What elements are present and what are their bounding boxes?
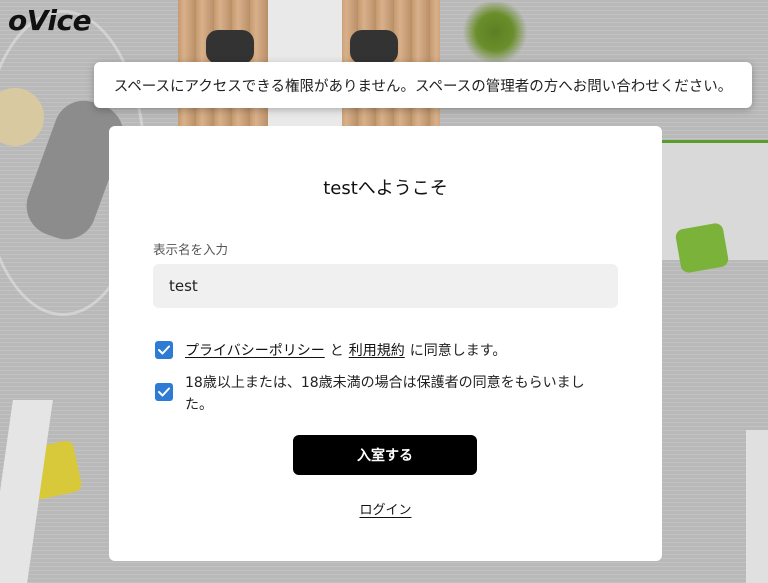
terms-consent-row: プライバシーポリシーと利用規約 に同意します。 — [155, 340, 506, 362]
age-consent-row: 18歳以上または、18歳未満の場合は保護者の同意をもらいました。 — [155, 372, 585, 416]
terms-consent-checkbox[interactable] — [155, 341, 173, 359]
age-consent-text: 18歳以上または、18歳未満の場合は保護者の同意をもらいました。 — [185, 375, 585, 413]
consent-suffix: に同意します。 — [409, 343, 507, 359]
display-name-input[interactable] — [153, 264, 618, 308]
ovice-logo: oVice — [8, 4, 92, 37]
background-plant — [460, 2, 530, 62]
login-link-container: ログイン — [109, 499, 662, 518]
display-name-label: 表示名を入力 — [153, 242, 229, 257]
toast-message: スペースにアクセスできる権限がありません。スペースの管理者の方へお問い合わせくだ… — [113, 78, 733, 95]
age-consent-checkbox[interactable] — [155, 383, 173, 401]
access-error-toast: スペースにアクセスできる権限がありません。スペースの管理者の方へお問い合わせくだ… — [94, 62, 752, 108]
background-right-panel — [746, 430, 768, 583]
background-green-trim — [660, 140, 768, 143]
enter-room-button[interactable]: 入室する — [293, 435, 477, 475]
background-chair — [350, 30, 398, 64]
checkmark-icon — [158, 387, 170, 397]
privacy-policy-link[interactable]: プライバシーポリシー — [185, 343, 325, 359]
login-link[interactable]: ログイン — [359, 503, 411, 518]
background-green-chair — [674, 222, 730, 274]
consent-connector: と — [329, 343, 344, 359]
checkmark-icon — [158, 345, 170, 355]
background-chair — [206, 30, 254, 64]
welcome-modal: testへようこそ 表示名を入力 プライバシーポリシーと利用規約に同意します。 … — [109, 126, 662, 561]
terms-of-use-link[interactable]: 利用規約 — [349, 343, 405, 359]
terms-consent-text: プライバシーポリシーと利用規約 に同意します。 — [185, 340, 506, 362]
modal-title: testへようこそ — [323, 178, 448, 199]
